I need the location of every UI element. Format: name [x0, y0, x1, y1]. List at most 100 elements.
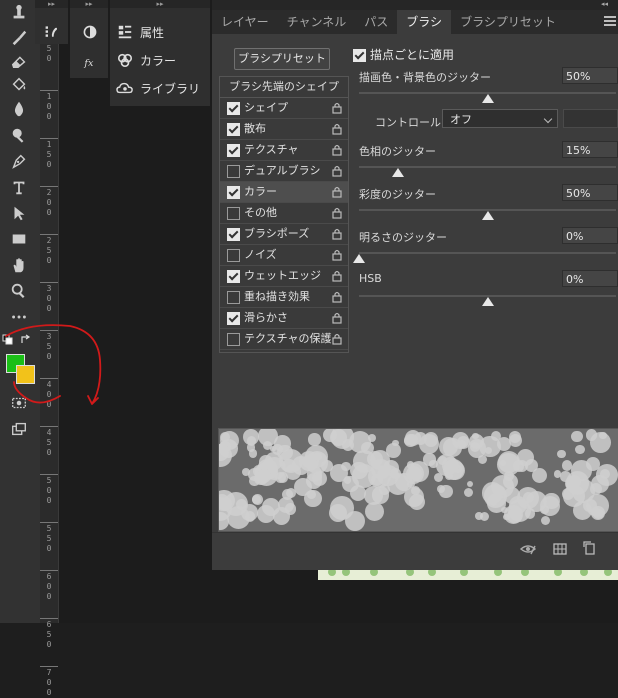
- type-tool[interactable]: [8, 176, 30, 198]
- ruler-label-digit: 4: [46, 428, 52, 437]
- preview-dab: [241, 467, 250, 476]
- tab-layers[interactable]: レイヤー: [212, 10, 278, 34]
- new-brush-button[interactable]: [582, 541, 598, 557]
- brush-option-row[interactable]: ブラシポーズ: [220, 224, 348, 245]
- brush-option-checkbox[interactable]: [227, 207, 240, 220]
- brush-option-checkbox[interactable]: [227, 249, 240, 262]
- control-value-field[interactable]: [563, 109, 618, 128]
- brush-panel-toggle[interactable]: [42, 22, 62, 42]
- dock-collapse-arrows[interactable]: ▸▸: [35, 0, 68, 8]
- ruler-label-digit: 0: [46, 294, 52, 303]
- preview-dab: [343, 476, 352, 484]
- lock-icon[interactable]: [332, 165, 342, 177]
- toggle-live-tip-button[interactable]: [520, 541, 536, 557]
- dock-item-libraries[interactable]: ライブラリ: [110, 76, 200, 100]
- tab-channels[interactable]: チャンネル: [278, 10, 356, 34]
- blur-tool[interactable]: [8, 98, 30, 120]
- pen-icon: [12, 154, 26, 169]
- brush-option-row[interactable]: 滑らかさ: [220, 308, 348, 329]
- saturation-jitter-value[interactable]: 50%: [562, 184, 618, 201]
- preview-dab: [364, 502, 384, 522]
- brush-option-checkbox[interactable]: [227, 270, 240, 283]
- adjustments-toggle[interactable]: [80, 22, 100, 42]
- brush-option-checkbox[interactable]: [227, 123, 240, 136]
- hsb-slider-thumb[interactable]: [481, 297, 494, 306]
- styles-toggle[interactable]: fx: [80, 52, 100, 72]
- dock-collapse-arrows-3[interactable]: ▸▸: [110, 0, 210, 8]
- brush-tip-shape-item[interactable]: ブラシ先端のシェイプ: [220, 77, 348, 98]
- brush-option-row[interactable]: 重ね描き効果: [220, 287, 348, 308]
- apply-per-tip-label: 描点ごとに適用: [370, 48, 455, 62]
- tab-paths[interactable]: パス: [355, 10, 397, 34]
- brush-option-row[interactable]: テクスチャ: [220, 140, 348, 161]
- fg-bg-jitter-value[interactable]: 50%: [562, 67, 618, 84]
- blur-drop-icon: [14, 101, 24, 117]
- dock-item-color[interactable]: カラー: [110, 48, 176, 72]
- brush-option-row[interactable]: テクスチャの保護: [220, 329, 348, 350]
- panel-collapse-arrows[interactable]: ◂◂: [601, 0, 608, 9]
- brush-option-checkbox[interactable]: [227, 291, 240, 304]
- screen-mode-button[interactable]: [8, 418, 30, 440]
- paint-bucket-tool[interactable]: [8, 74, 30, 96]
- brush-option-row[interactable]: 散布: [220, 119, 348, 140]
- brush-option-checkbox[interactable]: [227, 312, 240, 325]
- brush-option-checkbox[interactable]: [227, 333, 240, 346]
- brush-option-checkbox[interactable]: [227, 102, 240, 115]
- color-icon: [117, 53, 133, 68]
- rectangle-tool[interactable]: [8, 228, 30, 250]
- hue-jitter-value[interactable]: 15%: [562, 141, 618, 158]
- panel-menu-icon[interactable]: [604, 15, 616, 27]
- ruler-label-digit: 0: [46, 496, 52, 505]
- ruler-tick: [40, 474, 58, 475]
- hand-tool[interactable]: [8, 254, 30, 276]
- lock-icon[interactable]: [332, 249, 342, 261]
- tab-brush[interactable]: ブラシ: [397, 10, 452, 34]
- lock-icon[interactable]: [332, 207, 342, 219]
- lock-icon[interactable]: [332, 123, 342, 135]
- brush-option-checkbox[interactable]: [227, 144, 240, 157]
- dock-collapse-arrows-2[interactable]: ▸▸: [70, 0, 108, 8]
- saturation-jitter-slider-thumb[interactable]: [481, 211, 494, 220]
- brush-option-label: 重ね描き効果: [244, 290, 310, 303]
- zoom-tool[interactable]: [8, 280, 30, 302]
- pen-tool[interactable]: [8, 150, 30, 172]
- lock-icon[interactable]: [332, 102, 342, 114]
- dodge-tool[interactable]: [8, 124, 30, 146]
- dock-item-properties[interactable]: 属性: [110, 20, 164, 44]
- fg-bg-jitter-slider-thumb[interactable]: [481, 94, 494, 103]
- preview-dab: [219, 512, 230, 530]
- brush-presets-button[interactable]: ブラシプリセット: [234, 48, 330, 70]
- stamp-tool[interactable]: [8, 2, 30, 24]
- brush-option-row[interactable]: デュアルブラシ: [220, 161, 348, 182]
- hue-jitter-slider-thumb[interactable]: [391, 168, 404, 177]
- brightness-jitter-value[interactable]: 0%: [562, 227, 618, 244]
- brush-option-row[interactable]: ウェットエッジ: [220, 266, 348, 287]
- hsb-value[interactable]: 0%: [562, 270, 618, 287]
- history-brush-tool[interactable]: [8, 26, 30, 48]
- eraser-tool[interactable]: [8, 50, 30, 72]
- lock-icon[interactable]: [332, 312, 342, 324]
- brightness-jitter-slider-thumb[interactable]: [353, 254, 365, 263]
- brightness-jitter-slider[interactable]: [359, 252, 616, 254]
- brush-option-checkbox[interactable]: [227, 186, 240, 199]
- brush-option-row[interactable]: シェイプ: [220, 98, 348, 119]
- lock-icon[interactable]: [332, 291, 342, 303]
- control-select[interactable]: オフ: [442, 109, 558, 128]
- lock-icon[interactable]: [332, 333, 342, 345]
- brush-option-row[interactable]: ノイズ: [220, 245, 348, 266]
- brush-grid-button[interactable]: [552, 541, 568, 557]
- apply-per-tip-checkbox[interactable]: [353, 49, 366, 62]
- lock-icon[interactable]: [332, 228, 342, 240]
- ruler-label-digit: 0: [46, 688, 52, 697]
- brush-option-row[interactable]: カラー: [220, 182, 348, 203]
- brush-option-label: デュアルブラシ: [244, 164, 321, 177]
- brush-option-label: テクスチャ: [244, 143, 299, 156]
- tab-brush-presets[interactable]: ブラシプリセット: [451, 10, 565, 34]
- lock-icon[interactable]: [332, 270, 342, 282]
- path-selection-tool[interactable]: [8, 202, 30, 224]
- brush-option-checkbox[interactable]: [227, 228, 240, 241]
- lock-icon[interactable]: [332, 186, 342, 198]
- brush-option-row[interactable]: その他: [220, 203, 348, 224]
- lock-icon[interactable]: [332, 144, 342, 156]
- brush-option-checkbox[interactable]: [227, 165, 240, 178]
